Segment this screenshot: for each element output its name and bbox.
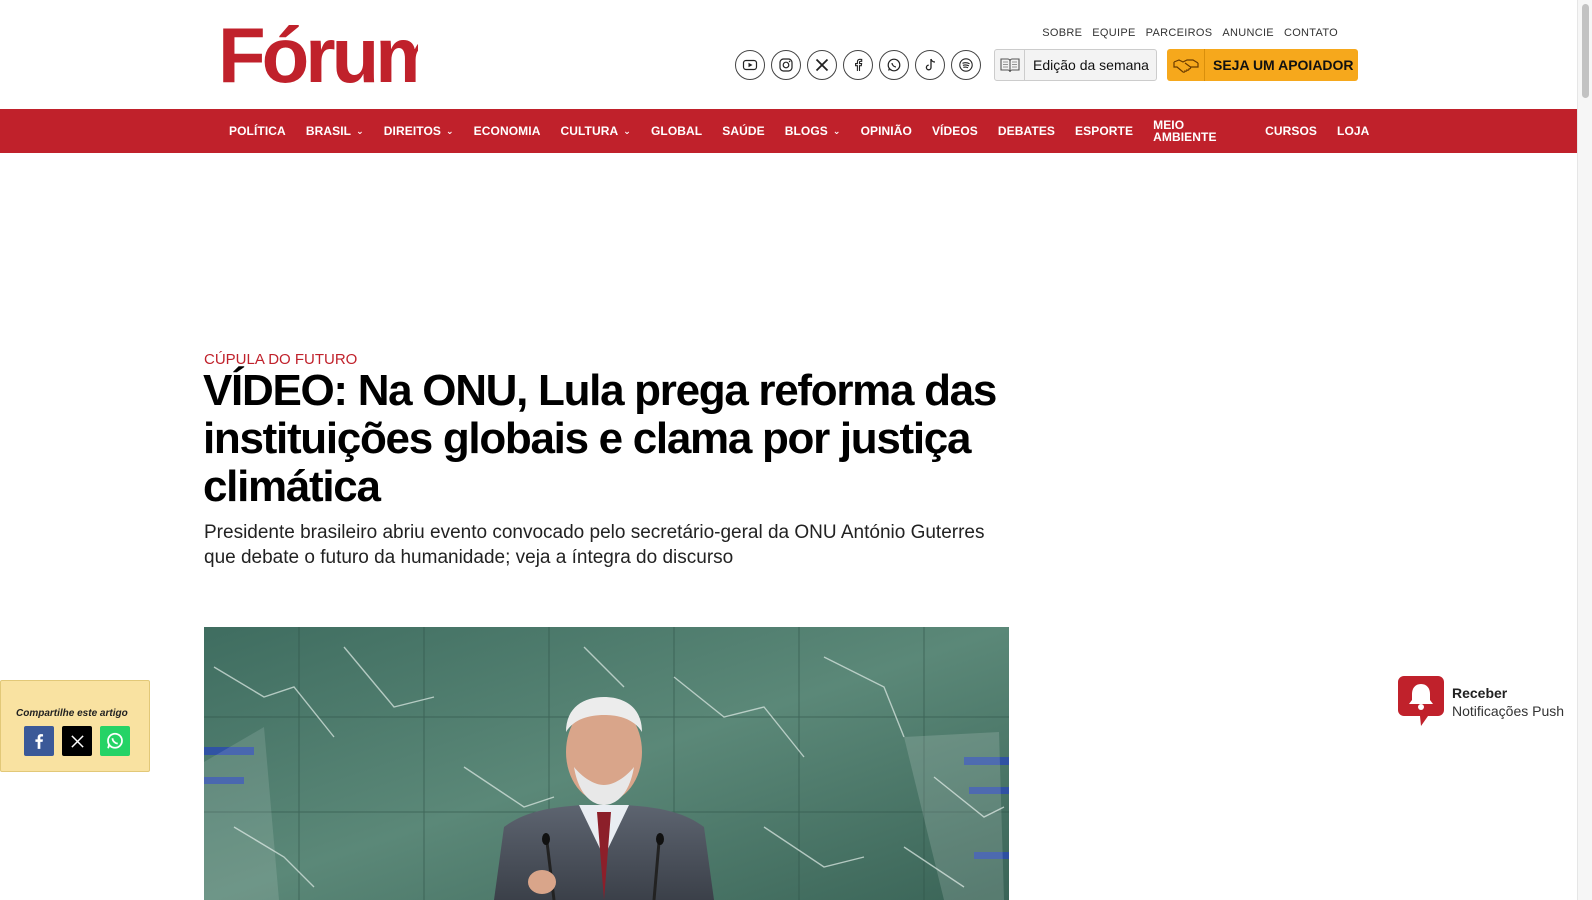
nav-item-direitos[interactable]: DIREITOS ⌄: [384, 124, 454, 138]
article-subtitle: Presidente brasileiro abriu evento convo…: [204, 522, 985, 568]
nav-item-politica[interactable]: POLÍTICA: [229, 124, 286, 138]
x-icon[interactable]: [807, 50, 837, 80]
page-scrollbar[interactable]: [1577, 0, 1592, 900]
main-nav: POLÍTICA BRASIL ⌄ DIREITOS ⌄ ECONOMIA CULT…: [0, 109, 1577, 153]
link-parceiros[interactable]: PARCEIROS: [1146, 27, 1213, 39]
link-contato[interactable]: CONTATO: [1284, 27, 1338, 39]
nav-item-videos[interactable]: VÍDEOS: [932, 124, 978, 138]
nav-label: SAÚDE: [722, 124, 765, 138]
facebook-icon[interactable]: [843, 50, 873, 80]
nav-label: DEBATES: [997, 124, 1056, 138]
nav-item-brasil[interactable]: BRASIL ⌄: [306, 124, 364, 138]
forum-logo[interactable]: Fórum: [218, 11, 445, 99]
nav-item-global[interactable]: GLOBAL: [651, 124, 702, 138]
nav-item-debates[interactable]: DEBATES: [998, 124, 1055, 138]
article-photo: [204, 627, 1009, 900]
nav-label: CULTURA: [560, 124, 619, 138]
nav-label: VÍDEOS: [931, 124, 978, 138]
tiktok-icon[interactable]: [915, 50, 945, 80]
nav-item-meio-ambiente[interactable]: MEIO AMBIENTE: [1153, 119, 1245, 143]
link-sobre[interactable]: SOBRE: [1042, 27, 1082, 39]
whatsapp-share-button[interactable]: [100, 726, 130, 756]
nav-item-opiniao[interactable]: OPINIÃO: [861, 124, 912, 138]
nav-item-economia[interactable]: ECONOMIA: [474, 124, 541, 138]
nav-label: ECONOMIA: [473, 124, 541, 138]
apoiador-label: SEJA UM APOIADOR: [1213, 57, 1354, 73]
seja-apoiador-button[interactable]: SEJA UM APOIADOR: [1167, 49, 1358, 81]
nav-label: BRASIL: [305, 124, 352, 138]
spotify-icon[interactable]: [951, 50, 981, 80]
nav-label: CURSOS: [1265, 124, 1318, 138]
facebook-share-button[interactable]: [24, 726, 54, 756]
nav-item-esporte[interactable]: ESPORTE: [1075, 124, 1133, 138]
logo-text: Fórum: [218, 18, 418, 86]
link-anuncie[interactable]: ANUNCIE: [1222, 27, 1274, 39]
push-title: Receber: [1452, 685, 1508, 701]
book-icon: [995, 50, 1025, 80]
x-icon: [70, 734, 84, 748]
handshake-icon: [1167, 49, 1205, 81]
nav-label: BLOGS: [784, 124, 828, 138]
nav-label: MEIO AMBIENTE: [1153, 118, 1217, 144]
nav-item-blogs[interactable]: BLOGS ⌄: [785, 124, 841, 138]
x-share-button[interactable]: [62, 726, 92, 756]
whatsapp-icon: [107, 732, 123, 749]
bell-icon: [1398, 676, 1444, 726]
top-links: SOBRE EQUIPE PARCEIROS ANUNCIE CONTATO: [1042, 27, 1338, 39]
article-title: VÍDEO: Na ONU, Lula prega reforma das in…: [203, 366, 997, 511]
edicao-label: Edição da semana: [1033, 57, 1149, 73]
push-subtitle: Notificações Push: [1452, 703, 1565, 719]
edicao-da-semana-button[interactable]: Edição da semana: [994, 49, 1157, 81]
nav-label: ESPORTE: [1075, 124, 1134, 138]
chevron-down-icon: ⌄: [446, 125, 454, 136]
push-notifications-button[interactable]: Receber Notificações Push: [1398, 676, 1568, 726]
instagram-icon[interactable]: [771, 50, 801, 80]
nav-item-cultura[interactable]: CULTURA ⌄: [560, 124, 630, 138]
chevron-down-icon: ⌄: [832, 125, 841, 136]
youtube-icon[interactable]: [735, 50, 765, 80]
share-box: Compartilhe este artigo: [0, 680, 150, 772]
whatsapp-icon[interactable]: [879, 50, 909, 80]
share-label: Compartilhe este artigo: [16, 708, 128, 719]
link-equipe[interactable]: EQUIPE: [1092, 27, 1135, 39]
chevron-down-icon: ⌄: [623, 125, 631, 136]
nav-items: POLÍTICA BRASIL ⌄ DIREITOS ⌄ ECONOMIA CULT…: [229, 109, 1389, 153]
scrollbar-thumb[interactable]: [1582, 4, 1589, 98]
nav-item-saude[interactable]: SAÚDE: [722, 124, 765, 138]
nav-item-cursos[interactable]: CURSOS: [1265, 124, 1317, 138]
social-links: [735, 50, 981, 80]
nav-label: OPINIÃO: [860, 124, 912, 138]
nav-label: GLOBAL: [650, 124, 703, 138]
facebook-icon: [35, 734, 44, 749]
nav-item-loja[interactable]: LOJA: [1337, 124, 1369, 138]
nav-label: POLÍTICA: [229, 124, 286, 138]
nav-label: DIREITOS: [383, 124, 442, 138]
share-buttons: [24, 726, 130, 756]
chevron-down-icon: ⌄: [356, 125, 364, 136]
nav-label: LOJA: [1337, 124, 1370, 138]
site-header: Fórum SOBRE EQUIPE PARCEIROS ANUNCIE CON…: [0, 0, 1577, 108]
